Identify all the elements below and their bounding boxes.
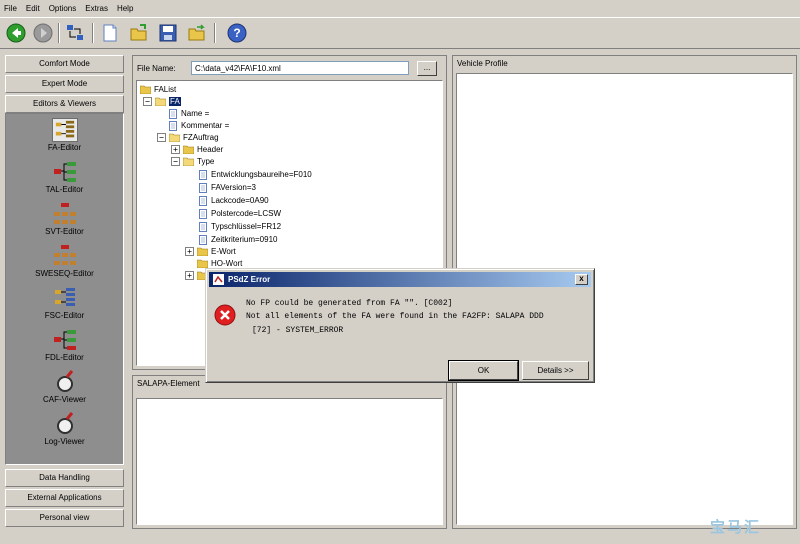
magnifier-icon [56, 370, 73, 392]
folder-open-icon [154, 97, 167, 107]
watermark-logo: 宝马汇 [710, 518, 762, 536]
folder-icon [196, 247, 209, 257]
psdz-error-dialog: PSdZ Error x No FP could be generated fr… [205, 268, 595, 383]
personal-view-button[interactable]: Personal view [5, 509, 124, 527]
ok-button[interactable]: OK [448, 360, 519, 381]
expand-toggle-icon[interactable]: + [185, 271, 194, 280]
error-icon [214, 304, 236, 326]
document-icon [169, 108, 177, 119]
file-name-input[interactable]: C:\data_v42\FA\F10.xml [191, 61, 409, 75]
open-folder-icon[interactable] [128, 22, 150, 44]
save-disk-icon[interactable] [157, 22, 179, 44]
collapse-toggle-icon[interactable]: − [157, 133, 166, 142]
tal-editor-tool[interactable]: TAL-Editor [6, 158, 123, 200]
tree-node-falist[interactable]: FAList [139, 84, 176, 95]
folder-open-icon [182, 157, 195, 167]
fdl-editor-icon [53, 330, 76, 350]
expand-toggle-icon[interactable]: + [171, 145, 180, 154]
fa-editor-icon [51, 118, 78, 142]
tree-node-polstercode[interactable]: Polstercode=LCSW [199, 208, 281, 219]
menu-help[interactable]: Help [117, 4, 133, 13]
magnifier-icon [56, 412, 73, 434]
tree-node-name[interactable]: Name = [169, 108, 209, 119]
error-message-line-1: No FP could be generated from FA "". [C0… [246, 299, 453, 308]
dialog-title: PSdZ Error [228, 275, 271, 284]
close-icon[interactable]: x [575, 274, 588, 285]
menu-options[interactable]: Options [49, 4, 77, 13]
tree-node-kommentar[interactable]: Kommentar = [169, 120, 229, 131]
toolbar: ? [0, 17, 800, 49]
fdl-editor-tool[interactable]: FDL-Editor [6, 326, 123, 368]
external-applications-button[interactable]: External Applications [5, 489, 124, 507]
new-document-icon[interactable] [99, 22, 121, 44]
tree-node-entwicklungsbaureihe[interactable]: Entwicklungsbaureihe=F010 [199, 169, 312, 180]
tree-node-e-wort[interactable]: E-Wort [196, 246, 236, 257]
tree-node-type[interactable]: Type [182, 156, 214, 167]
svt-editor-icon [53, 203, 76, 224]
document-icon [199, 195, 207, 206]
sweseq-editor-tool[interactable]: SWESEQ-Editor [6, 242, 123, 284]
collapse-toggle-icon[interactable]: − [143, 97, 152, 106]
tree-node-fzauftrag[interactable]: FZAuftrag [168, 132, 219, 143]
tree-node-faversion[interactable]: FAVersion=3 [199, 182, 256, 193]
details-button[interactable]: Details >> [522, 361, 589, 380]
forward-arrow-icon [32, 22, 54, 44]
tree-node-typschluessel[interactable]: Typschlüssel=FR12 [199, 221, 281, 232]
tree-node-zeitkriterium[interactable]: Zeitkriterium=0910 [199, 234, 277, 245]
salapa-element-list[interactable] [136, 398, 443, 525]
tal-editor-icon [53, 162, 76, 182]
fsc-editor-tool[interactable]: FSC-Editor [6, 284, 123, 326]
folder-icon [139, 85, 152, 95]
document-icon [169, 120, 177, 131]
tree-node-lackcode[interactable]: Lackcode=0A90 [199, 195, 269, 206]
collapse-toggle-icon[interactable]: − [171, 157, 180, 166]
fa-editor-tool[interactable]: FA-Editor [6, 116, 123, 158]
back-arrow-icon[interactable] [5, 22, 27, 44]
editors-viewers-button[interactable]: Editors & Viewers [5, 95, 124, 113]
data-handling-button[interactable]: Data Handling [5, 469, 124, 487]
browse-button[interactable]: ... [417, 61, 437, 76]
document-icon [199, 221, 207, 232]
vehicle-profile-title: Vehicle Profile [457, 59, 508, 68]
document-icon [199, 234, 207, 245]
app-icon [213, 274, 224, 285]
svg-text:?: ? [233, 26, 240, 40]
document-icon [199, 182, 207, 193]
tree-node-header[interactable]: Header [182, 144, 223, 155]
expand-toggle-icon[interactable]: + [185, 247, 194, 256]
menu-bar: File Edit Options Extras Help [0, 0, 800, 16]
comfort-mode-button[interactable]: Comfort Mode [5, 55, 124, 73]
document-icon [199, 208, 207, 219]
document-icon [199, 169, 207, 180]
expert-mode-button[interactable]: Expert Mode [5, 75, 124, 93]
sweseq-editor-icon [53, 245, 76, 265]
log-viewer-tool[interactable]: Log-Viewer [6, 410, 123, 452]
transfer-icon[interactable] [64, 22, 86, 44]
svt-editor-tool[interactable]: SVT-Editor [6, 200, 123, 242]
mode-panel: Comfort Mode Expert Mode Editors & Viewe… [3, 53, 126, 529]
salapa-element-pane: SALAPA-Element [132, 375, 447, 529]
export-folder-icon[interactable] [186, 22, 208, 44]
help-icon[interactable]: ? [226, 22, 248, 44]
editor-tool-list: FA-Editor TAL-Editor SVT-Editor SWESEQ-E… [5, 113, 124, 465]
error-message-line-2: Not all elements of the FA were found in… [246, 312, 544, 321]
fsc-editor-icon [54, 288, 75, 306]
tree-node-fa[interactable]: FA [154, 96, 181, 107]
folder-open-icon [168, 133, 181, 143]
menu-edit[interactable]: Edit [26, 4, 40, 13]
salapa-element-title: SALAPA-Element [137, 379, 200, 388]
file-name-label: File Name: [137, 64, 176, 73]
caf-viewer-tool[interactable]: CAF-Viewer [6, 368, 123, 410]
menu-extras[interactable]: Extras [85, 4, 108, 13]
menu-file[interactable]: File [4, 4, 17, 13]
dialog-title-bar: PSdZ Error x [209, 272, 591, 287]
error-message-line-3: [72] - SYSTEM_ERROR [252, 326, 344, 335]
folder-icon [196, 259, 209, 269]
folder-icon [182, 145, 195, 155]
